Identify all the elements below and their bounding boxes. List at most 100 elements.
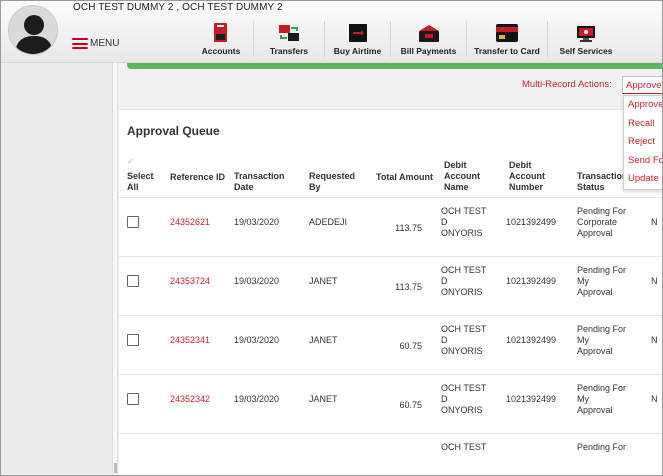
transaction-status-line: Corporate — [577, 217, 618, 227]
hamburger-icon — [72, 38, 88, 49]
scrollbar-thumb[interactable] — [114, 463, 117, 473]
reference-id-link[interactable]: 24352341 — [170, 335, 210, 346]
nav-accounts[interactable]: Accounts — [189, 21, 254, 57]
table-row[interactable]: 24352342 19/03/2020 JANET 60.75 1021392499 N O… — [119, 375, 662, 434]
transaction-status-line: Approval — [577, 346, 613, 356]
transfers-icon — [277, 23, 301, 43]
user-silhouette-icon — [9, 6, 57, 54]
debit-account-name-line: OCH TEST — [441, 383, 487, 393]
nav-transfers-label: Transfers — [269, 46, 309, 56]
main-nav: Accounts Transfers Buy Airtime Bill Paym… — [189, 21, 624, 57]
transaction-status-line: Pending For — [577, 206, 627, 216]
app-header: OCH TEST DUMMY 2 , OCH TEST DUMMY 2 MENU… — [1, 1, 662, 63]
user-name: OCH TEST DUMMY 2 , OCH TEST DUMMY 2 — [73, 2, 283, 13]
row-checkbox[interactable] — [127, 393, 139, 405]
dropdown-option-recall[interactable]: Recall — [624, 115, 662, 134]
scrollbar[interactable] — [113, 63, 118, 475]
transaction-status-line: My — [577, 276, 589, 286]
transaction-status-line: Approval — [577, 287, 613, 297]
debit-account-name: OCH TEST D ONYORIS — [441, 324, 501, 357]
debit-account-number: 1021392499 — [506, 394, 557, 404]
avatar[interactable] — [8, 5, 58, 55]
accounts-icon — [209, 23, 233, 43]
debit-account-name-line: D — [441, 217, 448, 227]
dropdown-option-send-for[interactable]: Send For — [624, 152, 662, 171]
table-row[interactable]: 24352341 19/03/2020 JANET 60.75 1021392499 N O… — [119, 316, 662, 375]
debit-account-name-line: D — [441, 394, 448, 404]
dropdown-option-update[interactable]: Update — [624, 170, 662, 189]
table-row[interactable]: 24353724 19/03/2020 JANET 113.75 1021392499 N… — [119, 257, 662, 316]
row-checkbox[interactable] — [127, 334, 139, 346]
transaction-status: Pending For Corporate Approval — [577, 206, 637, 239]
nav-accounts-label: Accounts — [201, 46, 241, 56]
table-body: 24352621 19/03/2020 ADEDEJI 113.75 102139249… — [119, 198, 662, 475]
app-frame: OCH TEST DUMMY 2 , OCH TEST DUMMY 2 MENU… — [0, 0, 663, 476]
debit-account-name-line: D — [441, 276, 448, 286]
header-select-all[interactable]: Select All — [127, 171, 163, 193]
header-requested-by: Requested By — [309, 171, 356, 192]
header-transaction-date: Transaction Date — [234, 171, 285, 192]
transaction-status-line: Pending For — [577, 324, 627, 334]
debit-account-name-line: ONYORIS — [441, 405, 483, 415]
nav-transfer-to-card-label: Transfer to Card — [474, 46, 540, 56]
bill-payments-icon — [417, 23, 441, 43]
row-extra: N — [651, 217, 658, 227]
nav-self-services-label: Self Services — [559, 46, 613, 56]
row-extra: N — [651, 276, 658, 286]
debit-account-name-line: OCH TEST — [441, 442, 487, 452]
transaction-status: Pending For My Approval — [577, 324, 637, 357]
select-all-check-icon[interactable]: ✓ — [127, 156, 135, 167]
main-content: Multi-Record Actions: Approve Approve Re… — [113, 63, 662, 475]
self-services-icon — [574, 23, 598, 43]
approval-table: ✓ Select All Reference ID Transaction Da… — [119, 150, 662, 475]
nav-bill-payments[interactable]: Bill Payments — [391, 21, 467, 57]
debit-account-name-line: OCH TEST — [441, 206, 487, 216]
nav-bill-payments-label: Bill Payments — [400, 46, 457, 56]
debit-account-name-line: ONYORIS — [441, 346, 483, 356]
menu-button[interactable]: MENU — [72, 38, 119, 49]
reference-id-link[interactable]: 24352621 — [170, 217, 210, 228]
dropdown-option-approve[interactable]: Approve — [624, 96, 662, 115]
transaction-status-line: Pending For — [577, 383, 627, 393]
debit-account-number: 1021392499 — [506, 335, 557, 345]
table-row[interactable]: 24352621 19/03/2020 ADEDEJI 113.75 102139249… — [119, 198, 662, 257]
total-amount: 113.75 — [395, 223, 422, 233]
requested-by: ADEDEJI — [309, 217, 348, 227]
menu-label: MENU — [90, 38, 120, 49]
success-banner — [127, 63, 662, 69]
header-debit-account-name: Debit Account Name — [444, 160, 480, 192]
debit-account-name-line: ONYORIS — [441, 228, 483, 238]
requested-by: JANET — [309, 276, 338, 286]
debit-account-name: OCH TEST D ONYORIS — [441, 206, 501, 239]
nav-transfer-to-card[interactable]: Transfer to Card — [467, 21, 548, 57]
transaction-status-line: My — [577, 335, 589, 345]
header-total-amount: Total Amount — [376, 172, 433, 182]
multi-record-label: Multi-Record Actions: — [522, 79, 612, 90]
nav-transfers[interactable]: Transfers — [254, 21, 325, 57]
debit-account-name-line: ONYORIS — [441, 287, 483, 297]
transaction-status-line: Approval — [577, 405, 613, 415]
requested-by: JANET — [309, 335, 338, 345]
multi-record-dropdown: Approve Recall Reject Send For Update — [623, 95, 662, 190]
multi-record-select[interactable]: Approve — [622, 76, 662, 94]
row-checkbox[interactable] — [127, 275, 139, 287]
debit-account-name: OCH TEST — [441, 442, 501, 453]
nav-buy-airtime[interactable]: Buy Airtime — [325, 21, 391, 57]
reference-id-link[interactable]: 24353724 — [170, 276, 210, 287]
table-header: ✓ Select All Reference ID Transaction Da… — [119, 150, 662, 198]
row-extra: N — [651, 335, 658, 345]
transaction-status: Pending For — [577, 442, 637, 453]
reference-id-link[interactable]: 24352342 — [170, 394, 210, 405]
debit-account-name: OCH TEST D ONYORIS — [441, 383, 501, 416]
dropdown-option-reject[interactable]: Reject — [624, 133, 662, 152]
transaction-date: 19/03/2020 — [234, 394, 280, 404]
table-row[interactable]: OCH TEST Pending For — [119, 434, 662, 475]
header-reference-id: Reference ID — [170, 172, 226, 182]
nav-self-services[interactable]: Self Services — [548, 21, 624, 57]
total-amount: 60.75 — [399, 341, 422, 351]
transaction-status-line: Pending For — [577, 442, 627, 452]
row-checkbox[interactable] — [127, 216, 139, 228]
debit-account-number: 1021392499 — [506, 276, 557, 286]
transaction-status-line: My — [577, 394, 589, 404]
total-amount: 60.75 — [399, 400, 422, 410]
